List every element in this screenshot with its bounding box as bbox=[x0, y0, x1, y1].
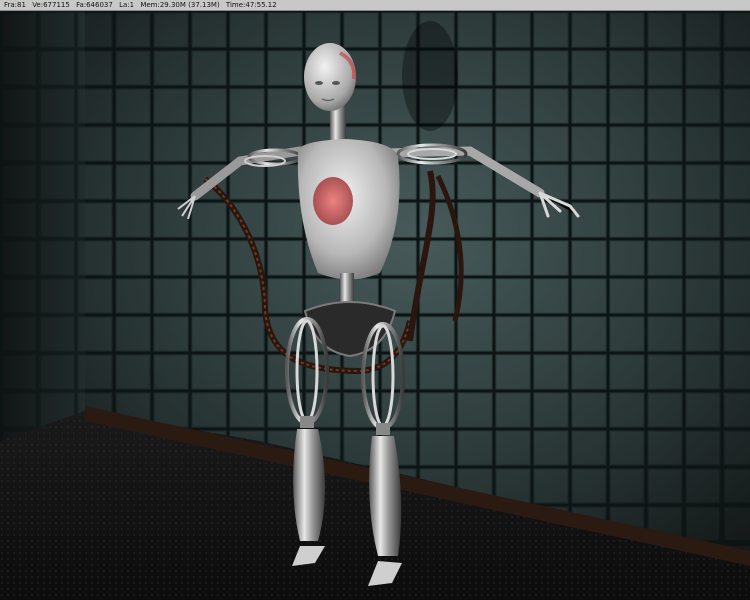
lamp-count: La:1 bbox=[119, 1, 135, 9]
chest-core bbox=[313, 177, 353, 225]
face-count: Fa:646037 bbox=[76, 1, 113, 9]
render-status-bar: Fra:81 Ve:677115 Fa:646037 La:1 Mem:29.3… bbox=[0, 0, 750, 11]
frame-counter: Fra:81 bbox=[4, 1, 26, 9]
memory-usage: Mem:29.30M (37.13M) bbox=[140, 1, 220, 9]
render-window: Fra:81 Ve:677115 Fa:646037 La:1 Mem:29.3… bbox=[0, 0, 750, 600]
render-time: Time:47:55.12 bbox=[225, 1, 277, 9]
wall-shadow bbox=[402, 21, 458, 131]
vertex-count: Ve:677115 bbox=[32, 1, 70, 9]
rendered-image bbox=[0, 11, 750, 600]
render-viewport bbox=[0, 11, 750, 600]
